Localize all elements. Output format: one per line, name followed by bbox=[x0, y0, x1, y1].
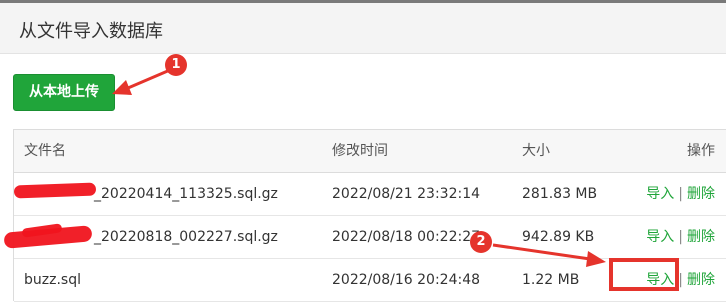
column-header-ops: 操作 bbox=[687, 143, 715, 159]
action-separator: | bbox=[678, 229, 683, 245]
file-size: 281.83 MB bbox=[522, 186, 598, 202]
delete-link[interactable]: 删除 bbox=[687, 229, 715, 245]
delete-link[interactable]: 删除 bbox=[687, 186, 715, 202]
column-header-size: 大小 bbox=[522, 143, 550, 159]
panel-header: 从文件导入数据库 bbox=[0, 3, 726, 54]
file-size: 942.89 KB bbox=[522, 229, 595, 245]
table-header: 文件名 修改时间 大小 操作 bbox=[14, 130, 726, 173]
arrow-1-line bbox=[127, 68, 171, 90]
modified-time: 2022/08/16 20:24:48 bbox=[332, 272, 481, 288]
import-highlight-box bbox=[609, 258, 679, 291]
column-header-time: 修改时间 bbox=[332, 143, 388, 159]
file-name: buzz.sql bbox=[24, 272, 81, 288]
import-link[interactable]: 导入 bbox=[646, 229, 674, 245]
modified-time: 2022/08/18 00:22:27 bbox=[332, 229, 481, 245]
modified-time: 2022/08/21 23:32:14 bbox=[332, 186, 481, 202]
action-separator: | bbox=[678, 186, 683, 202]
row-actions: 导入 | 删除 bbox=[646, 173, 715, 215]
file-name: _20220414_113325.sql.gz bbox=[94, 186, 278, 202]
table-row: _20220818_002227.sql.gz 2022/08/18 00:22… bbox=[14, 216, 726, 259]
delete-link[interactable]: 删除 bbox=[687, 272, 715, 288]
table-row: _20220414_113325.sql.gz 2022/08/21 23:32… bbox=[14, 173, 726, 216]
file-size: 1.22 MB bbox=[522, 272, 580, 288]
import-link[interactable]: 导入 bbox=[646, 186, 674, 202]
page-title: 从文件导入数据库 bbox=[19, 21, 163, 42]
callout-badge-2: 2 bbox=[470, 231, 492, 253]
upload-from-local-button[interactable]: 从本地上传 bbox=[13, 74, 115, 111]
file-name: _20220818_002227.sql.gz bbox=[94, 229, 278, 245]
row-actions: 导入 | 删除 bbox=[646, 216, 715, 258]
arrow-1-head bbox=[112, 80, 132, 95]
column-header-name: 文件名 bbox=[24, 143, 66, 159]
callout-badge-1: 1 bbox=[165, 54, 187, 76]
